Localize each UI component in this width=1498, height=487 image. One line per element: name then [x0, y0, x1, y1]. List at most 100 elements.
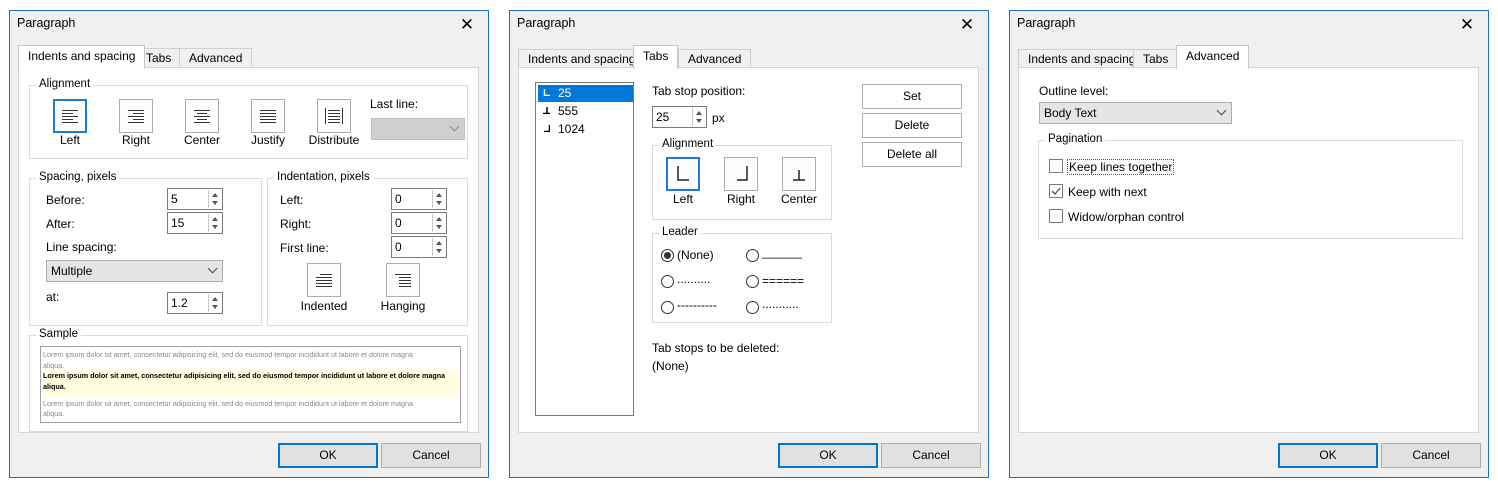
- tab-panel-advanced: Outline level: Body Text Pagination Keep…: [1018, 67, 1479, 433]
- cancel-button[interactable]: Cancel: [881, 443, 981, 468]
- tab-indents-and-spacing[interactable]: Indents and spacing: [518, 49, 646, 69]
- spin-arrows-icon[interactable]: [208, 214, 221, 232]
- align-center-button[interactable]: [185, 99, 219, 133]
- tab-stop-value: 25: [558, 86, 572, 100]
- indent-left-spin[interactable]: 0: [391, 188, 447, 210]
- keep-lines-checkbox[interactable]: [1049, 159, 1063, 173]
- line-spacing-combo[interactable]: Multiple: [46, 260, 223, 282]
- unit-label: px: [712, 111, 725, 125]
- leader-dots-label: ..........: [677, 272, 711, 286]
- ok-button[interactable]: OK: [778, 443, 878, 468]
- dialog-title: Paragraph: [17, 16, 76, 30]
- ok-button[interactable]: OK: [1278, 443, 1378, 468]
- tab-advanced[interactable]: Advanced: [179, 48, 253, 68]
- indented-button[interactable]: [307, 263, 341, 297]
- align-justify-icon: [260, 110, 276, 123]
- align-right-button[interactable]: [119, 99, 153, 133]
- widow-orphan-checkbox[interactable]: [1049, 209, 1063, 223]
- indent-right-spin[interactable]: 0: [391, 212, 447, 234]
- close-icon[interactable]: ✕: [454, 13, 480, 37]
- after-label: After:: [46, 217, 75, 231]
- tab-stop-position-label: Tab stop position:: [652, 84, 746, 98]
- paragraph-dialog-tabs: Paragraph ✕ Indents and spacing Tabs Adv…: [509, 10, 989, 478]
- leader-none-label: (None): [677, 248, 714, 262]
- delete-all-button[interactable]: Delete all: [862, 142, 962, 167]
- hanging-label: Hanging: [380, 299, 426, 313]
- tab-stop-position-spin[interactable]: 25: [652, 106, 707, 128]
- sample-group: Sample Lorem ipsum dolor sit amet, conse…: [29, 328, 468, 432]
- leader-dots2-radio[interactable]: [746, 301, 759, 314]
- set-button[interactable]: Set: [862, 84, 962, 109]
- keep-with-next-checkbox[interactable]: [1049, 184, 1063, 198]
- before-spin[interactable]: 5: [167, 188, 223, 210]
- tab-panel-indents: Alignment Left Right Center Justify Dist…: [18, 67, 479, 433]
- cancel-button[interactable]: Cancel: [1381, 443, 1481, 468]
- paragraph-dialog-indents: Paragraph ✕ Indents and spacing Tabs Adv…: [9, 10, 489, 478]
- at-spin[interactable]: 1.2: [167, 292, 223, 314]
- pagination-group-label: Pagination: [1045, 133, 1106, 145]
- tab-indents-and-spacing[interactable]: Indents and spacing: [1018, 49, 1146, 69]
- tab-tabs[interactable]: Tabs: [633, 45, 679, 69]
- last-line-combo[interactable]: [371, 118, 465, 140]
- first-line-value: 0: [395, 240, 402, 254]
- sample-line: Lorem ipsum dolor sit amet, consectetur …: [43, 350, 413, 359]
- close-icon[interactable]: ✕: [1454, 13, 1480, 37]
- tab-advanced[interactable]: Advanced: [1176, 45, 1250, 69]
- spin-arrows-icon[interactable]: [432, 214, 445, 232]
- leader-double-radio[interactable]: [746, 275, 759, 288]
- tab-align-right-button[interactable]: [724, 157, 758, 191]
- leader-group-label: Leader: [659, 226, 701, 238]
- leader-none-radio[interactable]: [661, 249, 674, 262]
- ok-button[interactable]: OK: [278, 443, 378, 468]
- tab-align-left-button[interactable]: [666, 157, 700, 191]
- align-left-button[interactable]: [53, 99, 87, 133]
- leader-group: Leader (None) ______ .......... ====== -…: [652, 226, 832, 323]
- chevron-down-icon: [449, 121, 460, 132]
- align-distribute-button[interactable]: [317, 99, 351, 133]
- tab-stop-value: 555: [558, 104, 579, 118]
- align-justify-button[interactable]: [251, 99, 285, 133]
- spin-arrows-icon[interactable]: [692, 108, 705, 126]
- leader-dash-radio[interactable]: [661, 301, 674, 314]
- list-item[interactable]: 1024: [538, 121, 633, 138]
- indent-right-value: 0: [395, 216, 402, 230]
- align-center-label: Center: [183, 133, 221, 147]
- spin-arrows-icon[interactable]: [432, 238, 445, 256]
- list-item[interactable]: 555: [538, 103, 633, 120]
- list-item[interactable]: 25: [538, 85, 633, 102]
- chevron-down-icon: [207, 263, 218, 274]
- tab-tabs[interactable]: Tabs: [1133, 49, 1179, 69]
- keep-lines-label: Keep lines together: [1067, 159, 1175, 175]
- tab-align-center-label: Center: [780, 192, 818, 206]
- delete-button[interactable]: Delete: [862, 113, 962, 138]
- tab-indents-and-spacing[interactable]: Indents and spacing: [18, 45, 146, 69]
- spin-arrows-icon[interactable]: [208, 190, 221, 208]
- keep-with-next-label: Keep with next: [1068, 185, 1147, 199]
- spin-arrows-icon[interactable]: [208, 294, 221, 312]
- dialog-title: Paragraph: [517, 16, 576, 30]
- tab-stops-list[interactable]: 25 555 1024: [535, 82, 634, 416]
- sample-group-label: Sample: [36, 328, 81, 340]
- align-right-label: Right: [121, 133, 150, 147]
- tab-right-icon: [737, 166, 748, 181]
- tab-panel-tabs: 25 555 1024 Tab stop position: 25 px Set…: [518, 67, 979, 433]
- hanging-button[interactable]: [386, 263, 420, 297]
- spacing-group-label: Spacing, pixels: [36, 171, 120, 183]
- tab-advanced[interactable]: Advanced: [678, 49, 752, 69]
- leader-dots-radio[interactable]: [661, 275, 674, 288]
- tab-align-center-button[interactable]: [782, 157, 816, 191]
- spin-arrows-icon[interactable]: [432, 190, 445, 208]
- after-spin[interactable]: 15: [167, 212, 223, 234]
- sample-line-current: aliqua.: [43, 381, 458, 398]
- at-label: at:: [46, 290, 60, 304]
- outline-level-combo[interactable]: Body Text: [1039, 102, 1232, 124]
- leader-underline-radio[interactable]: [746, 249, 759, 262]
- first-line-label: First line:: [280, 241, 329, 255]
- first-line-spin[interactable]: 0: [391, 236, 447, 258]
- widow-orphan-label: Widow/orphan control: [1068, 210, 1185, 224]
- cancel-button[interactable]: Cancel: [381, 443, 481, 468]
- line-spacing-value: Multiple: [51, 264, 93, 278]
- at-value: 1.2: [171, 296, 188, 310]
- close-icon[interactable]: ✕: [954, 13, 980, 37]
- tab-right-icon: [544, 125, 550, 132]
